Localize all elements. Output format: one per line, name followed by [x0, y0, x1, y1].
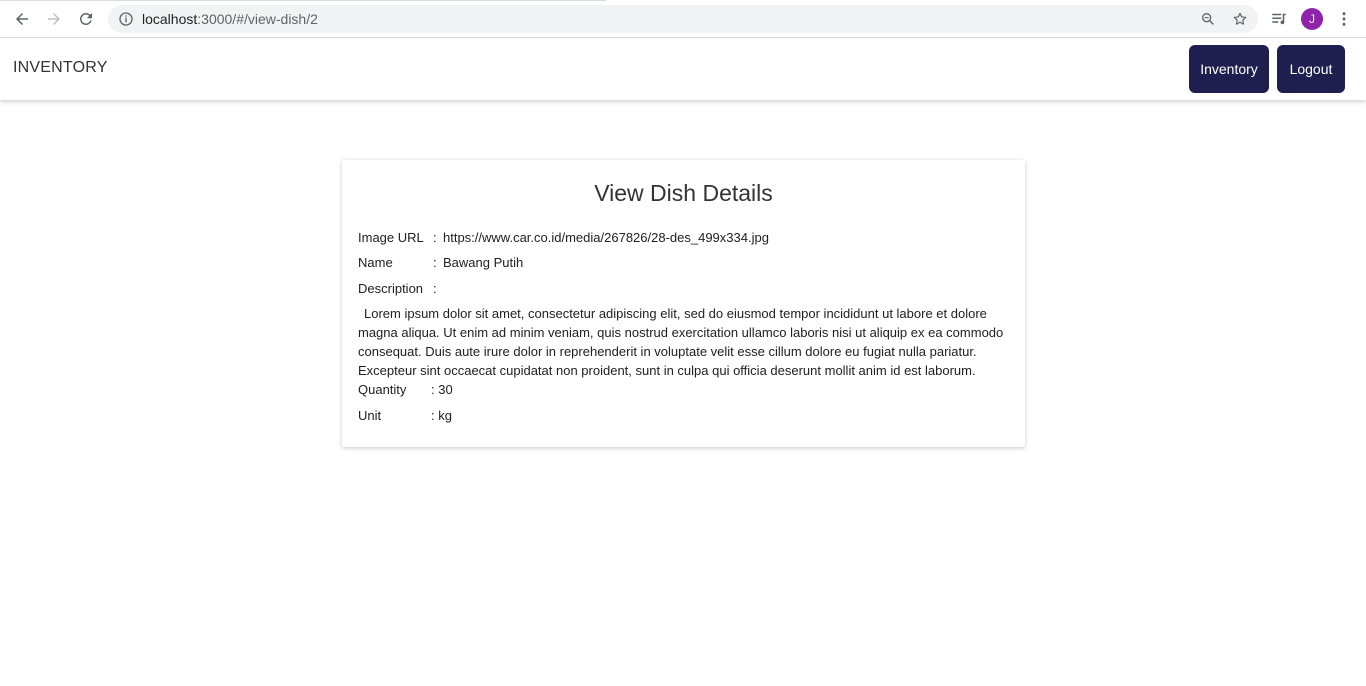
description-value: Lorem ipsum dolor sit amet, consectetur …	[358, 306, 1004, 378]
description-row: Description:	[358, 281, 437, 296]
address-bar[interactable]: localhost:3000/#/view-dish/2	[108, 5, 1258, 33]
quantity-label: Quantity	[358, 382, 407, 397]
description-text: Lorem ipsum dolor sit amet, consectetur …	[358, 304, 1008, 380]
media-queue-icon[interactable]	[1269, 9, 1289, 29]
card-title: View Dish Details	[594, 180, 773, 206]
forward-icon[interactable]	[42, 7, 66, 31]
bookmark-star-icon[interactable]	[1232, 11, 1248, 27]
name-separator: :	[433, 255, 437, 270]
image-url-label: Image URL	[358, 230, 424, 245]
name-label: Name	[358, 255, 393, 270]
url-text[interactable]: localhost:3000/#/view-dish/2	[142, 11, 318, 27]
image-url-separator: :	[433, 230, 437, 245]
reload-icon[interactable]	[74, 7, 98, 31]
app-title[interactable]: INVENTORY	[13, 59, 108, 77]
image-url-row: Image URL: https://www.car.co.id/media/26…	[358, 230, 769, 245]
url-host: localhost	[142, 11, 198, 27]
description-label: Description	[358, 281, 424, 296]
unit-row: Unit : kg	[358, 408, 452, 423]
description-separator: :	[433, 281, 437, 296]
unit-label: Unit	[358, 408, 382, 423]
inventory-button[interactable]: Inventory	[1189, 45, 1269, 93]
logout-button[interactable]: Logout	[1277, 45, 1345, 93]
quantity-value: : 30	[431, 382, 453, 397]
browser-toolbar: localhost:3000/#/view-dish/2 J	[0, 0, 1366, 38]
quantity-row: Quantity : 30	[358, 382, 453, 397]
site-info-icon[interactable]	[118, 11, 134, 27]
image-url-value: https://www.car.co.id/media/267826/28-de…	[443, 230, 769, 245]
name-row: Name: Bawang Putih	[358, 255, 523, 270]
url-path: :3000/#/view-dish/2	[197, 11, 318, 27]
app-header: INVENTORY Inventory Logout	[0, 39, 1366, 100]
tab-strip-divider	[0, 0, 606, 1]
unit-value: : kg	[431, 408, 452, 423]
zoom-icon[interactable]	[1200, 11, 1216, 27]
menu-kebab-icon[interactable]	[1334, 9, 1354, 29]
dish-details-card: View Dish Details Image URL: https://www.…	[342, 160, 1025, 447]
name-value: Bawang Putih	[443, 255, 524, 270]
back-icon[interactable]	[10, 7, 34, 31]
profile-avatar[interactable]: J	[1301, 8, 1323, 30]
